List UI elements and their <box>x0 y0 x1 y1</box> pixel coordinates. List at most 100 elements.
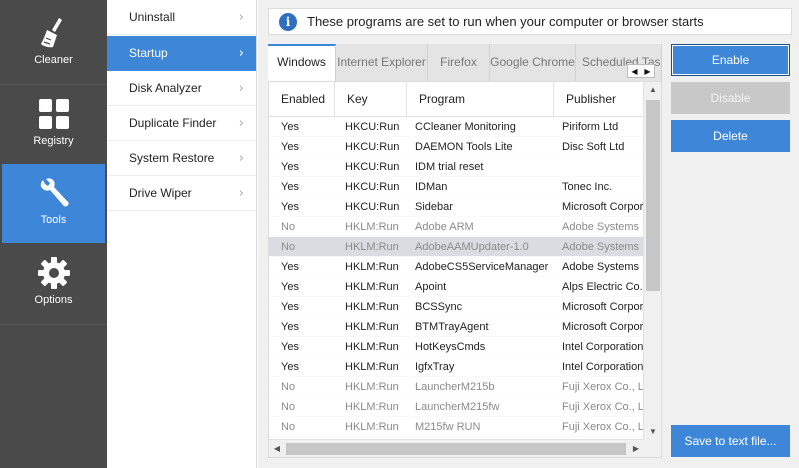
cell-key: HKLM:Run <box>345 281 399 293</box>
submenu-item-uninstall[interactable]: Uninstall › <box>107 0 256 35</box>
table-row[interactable]: Yes HKCU:Run IDMan Tonec Inc. <box>269 177 644 197</box>
cell-enabled: No <box>281 401 296 413</box>
sidebar-item-label: Cleaner <box>34 54 73 66</box>
sidebar-item-tools[interactable]: Tools <box>2 164 105 243</box>
cell-publisher: Adobe Systems Incorporated <box>562 221 646 233</box>
sidebar-item-registry[interactable]: Registry <box>2 85 105 164</box>
enable-button[interactable]: Enable <box>671 44 790 76</box>
scrollbar-thumb[interactable] <box>646 100 660 291</box>
table-row[interactable]: Yes HKCU:Run DAEMON Tools Lite Disc Soft Lt… <box>269 137 644 157</box>
submenu-item-label: Disk Analyzer <box>129 81 202 95</box>
scroll-right-icon[interactable]: ▶ <box>628 440 644 457</box>
submenu-item-drive-wiper[interactable]: Drive Wiper › <box>107 176 256 211</box>
cell-publisher: Adobe Systems Incorporated <box>562 261 646 273</box>
cell-key: HKLM:Run <box>345 341 399 353</box>
main-sidebar: Cleaner Registry Tools Options <box>0 0 107 468</box>
table-row[interactable]: Yes HKLM:Run Apoint Alps Electric Co., Ltd. <box>269 277 646 297</box>
chevron-left-icon[interactable]: ◀ <box>631 67 637 76</box>
cell-key: HKLM:Run <box>345 361 399 373</box>
cell-enabled: Yes <box>281 341 299 353</box>
vertical-scrollbar[interactable]: ▲ ▼ <box>643 82 661 440</box>
delete-button[interactable]: Delete <box>671 120 790 152</box>
cell-key: HKCU:Run <box>345 201 400 213</box>
table-row[interactable]: Yes HKLM:Run IgfxTray Intel Corporation <box>269 357 644 377</box>
divider <box>0 324 107 325</box>
table-row[interactable]: Yes HKLM:Run AdobeCS5ServiceManager Adobe S… <box>269 257 646 277</box>
save-to-text-file-button[interactable]: Save to text file... <box>671 425 790 457</box>
startup-tabs: Windows Internet Explorer Firefox Google… <box>268 44 662 81</box>
cell-publisher: Microsoft Corporation <box>562 321 646 333</box>
tab-internet-explorer[interactable]: Internet Explorer <box>336 44 428 81</box>
cell-key: HKLM:Run <box>345 421 399 433</box>
sidebar-item-cleaner[interactable]: Cleaner <box>2 4 105 83</box>
cell-publisher <box>562 157 646 177</box>
submenu-item-startup[interactable]: Startup › <box>107 36 256 71</box>
cell-publisher: Disc Soft Ltd <box>562 141 625 153</box>
column-header-enabled[interactable]: Enabled <box>269 82 335 117</box>
table-row[interactable]: No HKLM:Run AdobeAAMUpdater-1.0 Adobe Syste… <box>269 237 646 257</box>
sidebar-item-label: Options <box>34 294 73 306</box>
scroll-left-icon[interactable]: ◀ <box>269 440 285 457</box>
cell-program: LauncherM215b <box>415 381 495 393</box>
column-header-program[interactable]: Program <box>407 82 554 117</box>
cell-key: HKLM:Run <box>345 321 399 333</box>
cell-program: AdobeAAMUpdater-1.0 <box>415 241 529 253</box>
table-row[interactable]: No HKLM:Run Adobe ARM Adobe Systems Incorpo… <box>269 217 646 237</box>
startup-panel: i These programs are set to run when you… <box>258 0 799 468</box>
cell-enabled: Yes <box>281 141 299 153</box>
scroll-up-icon[interactable]: ▲ <box>644 82 661 98</box>
chevron-right-icon[interactable]: ▶ <box>644 67 650 76</box>
sidebar-item-options[interactable]: Options <box>2 244 105 323</box>
table-row[interactable]: Yes HKCU:Run IDM trial reset <box>269 157 644 177</box>
scroll-down-icon[interactable]: ▼ <box>644 424 661 440</box>
tab-windows[interactable]: Windows <box>268 44 336 81</box>
cell-program: Adobe ARM <box>415 221 474 233</box>
cell-enabled: No <box>281 381 296 393</box>
table-body: Yes HKCU:Run CCleaner Monitoring Piriform L… <box>269 117 646 437</box>
cell-program: M215fw RUN <box>415 421 481 433</box>
cell-publisher: Fuji Xerox Co., Ltd. <box>562 381 646 393</box>
horizontal-scrollbar[interactable]: ◀ ▶ <box>269 439 644 457</box>
table-row[interactable]: Yes HKCU:Run CCleaner Monitoring Piriform L… <box>269 117 644 137</box>
table-row[interactable]: No HKLM:Run M215fw RUN Fuji Xerox Co., Ltd. <box>269 417 646 437</box>
cell-program: LauncherM215fw <box>415 401 500 413</box>
cell-key: HKLM:Run <box>345 241 399 253</box>
broom-icon <box>40 18 62 48</box>
cell-enabled: Yes <box>281 321 299 333</box>
cell-publisher: Microsoft Corporation <box>562 201 646 213</box>
cell-enabled: Yes <box>281 301 299 313</box>
submenu-item-disk-analyzer[interactable]: Disk Analyzer › <box>107 71 256 106</box>
disable-button[interactable]: Disable <box>671 82 790 114</box>
cell-enabled: Yes <box>281 201 299 213</box>
submenu-item-label: Startup <box>129 46 168 60</box>
cell-publisher: Microsoft Corporation <box>562 301 646 313</box>
chevron-right-icon: › <box>238 46 244 61</box>
info-icon: i <box>279 12 297 31</box>
table-row[interactable]: No HKLM:Run LauncherM215fw Fuji Xerox Co., … <box>269 397 646 417</box>
submenu-item-label: Duplicate Finder <box>129 116 217 130</box>
submenu-item-system-restore[interactable]: System Restore › <box>107 141 256 176</box>
table-row[interactable]: Yes HKLM:Run BTMTrayAgent Microsoft Corpora… <box>269 317 646 337</box>
cell-program: CCleaner Monitoring <box>415 121 516 133</box>
table-row[interactable]: No HKLM:Run LauncherM215b Fuji Xerox Co., L… <box>269 377 646 397</box>
wrench-icon <box>40 178 69 207</box>
tab-google-chrome[interactable]: Google Chrome <box>490 44 576 81</box>
cell-program: Apoint <box>415 281 447 293</box>
sidebar-item-label: Tools <box>40 214 67 226</box>
table-row[interactable]: Yes HKLM:Run BCSSync Microsoft Corporation <box>269 297 646 317</box>
cell-enabled: No <box>281 221 296 233</box>
column-header-publisher[interactable]: Publisher <box>554 82 646 117</box>
gear-icon <box>37 257 70 289</box>
table-row[interactable]: Yes HKLM:Run HotKeysCmds Intel Corporation <box>269 337 644 357</box>
tab-firefox[interactable]: Firefox <box>428 44 490 81</box>
cell-publisher: Piriform Ltd <box>562 121 619 133</box>
cell-enabled: No <box>281 421 296 433</box>
submenu-item-duplicate-finder[interactable]: Duplicate Finder › <box>107 106 256 141</box>
scrollbar-thumb[interactable] <box>286 443 626 455</box>
table-row[interactable]: Yes HKCU:Run Sidebar Microsoft Corporation <box>269 197 646 217</box>
cell-program: IgfxTray <box>415 361 455 373</box>
startup-table: Enabled Key Program Publisher Yes HKCU:Ru… <box>268 81 662 458</box>
cell-key: HKLM:Run <box>345 301 399 313</box>
column-header-key[interactable]: Key <box>335 82 407 117</box>
cell-enabled: Yes <box>281 261 299 273</box>
